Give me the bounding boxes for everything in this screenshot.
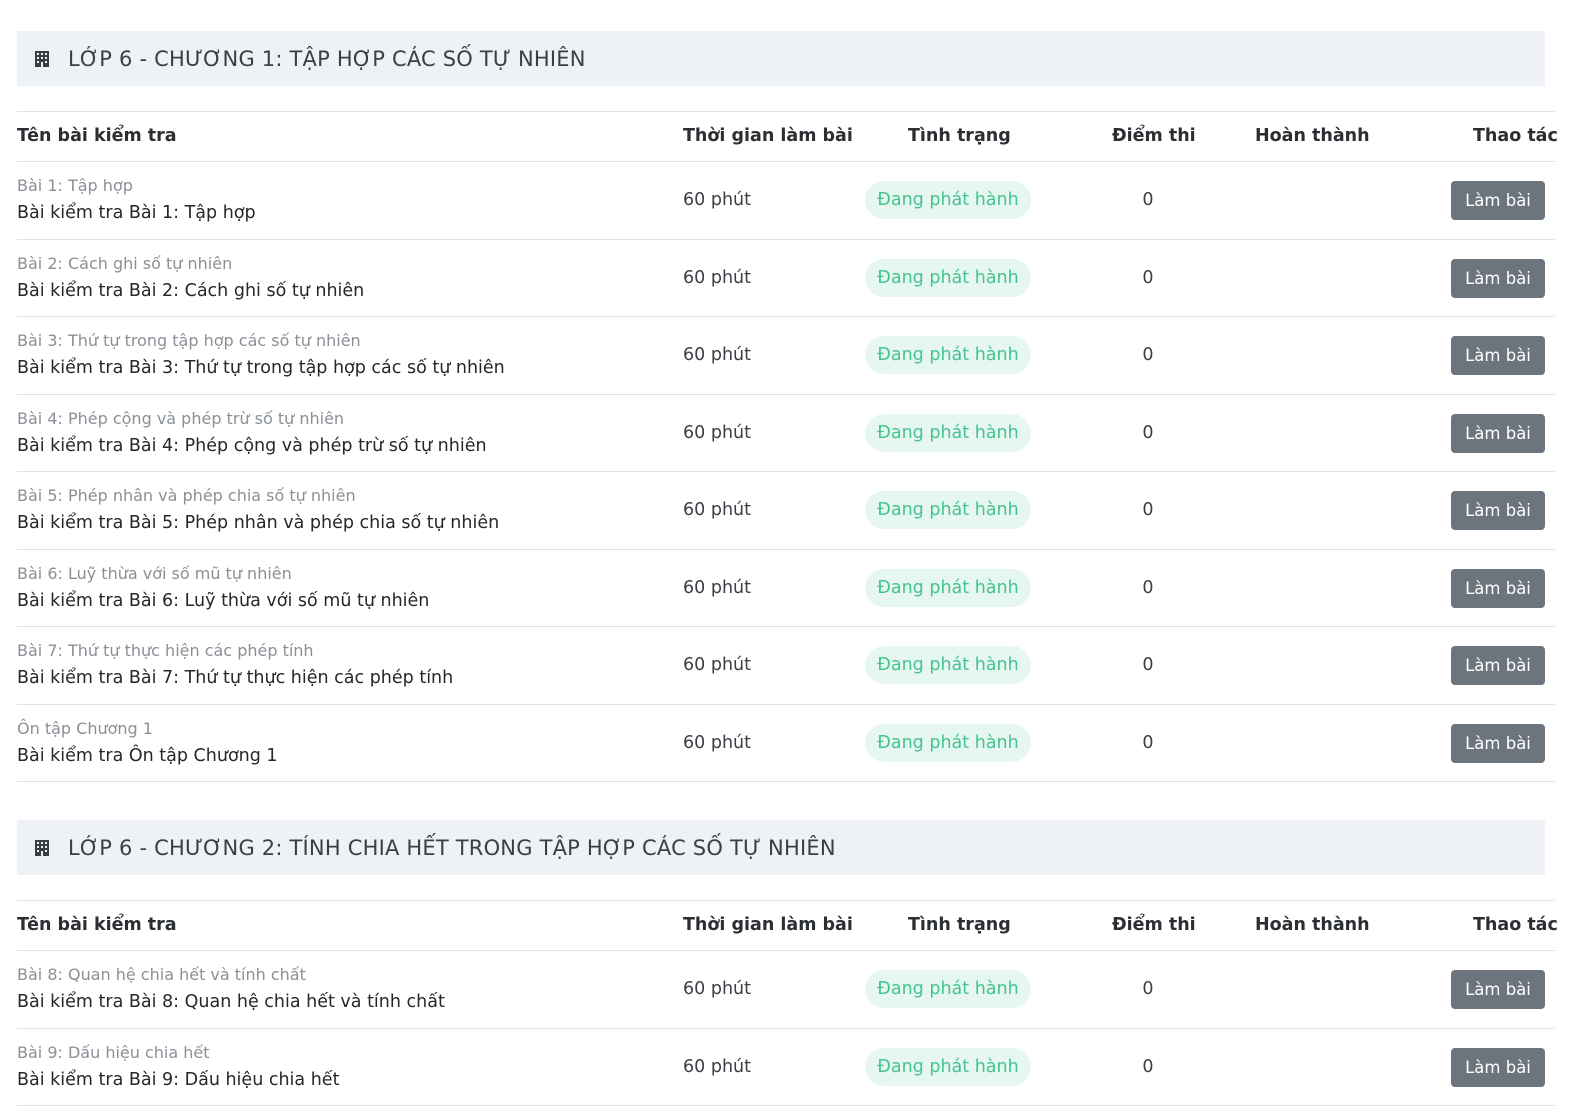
test-score: 0 bbox=[1142, 732, 1154, 753]
table-row: Bài 7: Thứ tự thực hiện các phép tính Bà… bbox=[17, 627, 1555, 705]
header-action: Thao tác bbox=[1473, 915, 1558, 935]
header-name: Tên bài kiểm tra bbox=[17, 915, 177, 935]
lesson-name: Bài 2: Cách ghi số tự nhiên bbox=[17, 253, 233, 273]
status-badge: Đang phát hành bbox=[865, 1047, 1031, 1086]
lesson-name: Bài 8: Quan hệ chia hết và tính chất bbox=[17, 965, 306, 984]
status-badge: Đang phát hành bbox=[865, 258, 1031, 297]
test-title: Bài kiểm tra Bài 9: Dấu hiệu chia hết bbox=[17, 1069, 340, 1090]
test-duration: 60 phút bbox=[683, 655, 751, 675]
chapter-section: LỚP 6 - CHƯƠNG 1: TẬP HỢP CÁC SỐ TỰ NHIÊ… bbox=[17, 31, 1558, 782]
table-row: Bài 2: Cách ghi số tự nhiên Bài kiểm tra… bbox=[17, 240, 1555, 317]
header-score: Điểm thi bbox=[1112, 915, 1196, 935]
test-score: 0 bbox=[1142, 655, 1154, 675]
table-row: Ôn tập Chương 1 Bài kiểm tra Ôn tập Chươ… bbox=[17, 705, 1555, 782]
status-badge: Đang phát hành bbox=[865, 723, 1031, 762]
header-status: Tình trạng bbox=[908, 915, 1011, 935]
start-test-button[interactable]: Làm bài bbox=[1451, 258, 1545, 298]
test-duration: 60 phút bbox=[683, 422, 751, 443]
start-test-button[interactable]: Làm bài bbox=[1451, 1047, 1545, 1087]
lesson-name: Ôn tập Chương 1 bbox=[17, 718, 153, 738]
test-title: Bài kiểm tra Bài 8: Quan hệ chia hết và … bbox=[17, 992, 445, 1012]
test-title: Bài kiểm tra Bài 3: Thứ tự trong tập hợp… bbox=[17, 358, 505, 378]
start-test-button[interactable]: Làm bài bbox=[1451, 336, 1545, 375]
test-title: Bài kiểm tra Bài 1: Tập hợp bbox=[17, 203, 256, 223]
test-title: Bài kiểm tra Bài 7: Thứ tự thực hiện các… bbox=[17, 668, 454, 688]
header-time: Thời gian làm bài bbox=[683, 126, 853, 146]
test-score: 0 bbox=[1142, 979, 1154, 999]
test-duration: 60 phút bbox=[683, 732, 751, 753]
status-badge: Đang phát hành bbox=[865, 646, 1031, 684]
chapter-section: LỚP 6 - CHƯƠNG 2: TÍNH CHIA HẾT TRONG TẬ… bbox=[17, 820, 1558, 1106]
test-duration: 60 phút bbox=[683, 267, 751, 288]
header-completed: Hoàn thành bbox=[1255, 126, 1370, 146]
lesson-name: Bài 4: Phép cộng và phép trừ số tự nhiên bbox=[17, 408, 345, 428]
chapter-header: LỚP 6 - CHƯƠNG 2: TÍNH CHIA HẾT TRONG TẬ… bbox=[17, 820, 1545, 875]
test-duration: 60 phút bbox=[683, 979, 751, 999]
test-duration: 60 phút bbox=[683, 345, 751, 365]
header-name: Tên bài kiểm tra bbox=[17, 126, 177, 146]
chapter-title: LỚP 6 - CHƯƠNG 2: TÍNH CHIA HẾT TRONG TẬ… bbox=[68, 835, 836, 860]
table-row: Bài 1: Tập hợp Bài kiểm tra Bài 1: Tập h… bbox=[17, 162, 1555, 240]
test-duration: 60 phút bbox=[683, 190, 751, 210]
test-list-page: LỚP 6 - CHƯƠNG 1: TẬP HỢP CÁC SỐ TỰ NHIÊ… bbox=[0, 0, 1573, 1106]
header-action: Thao tác bbox=[1473, 126, 1558, 146]
table-header: Tên bài kiểm tra Thời gian làm bài Tình … bbox=[17, 901, 1558, 951]
test-table: Tên bài kiểm tra Thời gian làm bài Tình … bbox=[17, 111, 1558, 782]
header-status: Tình trạng bbox=[908, 126, 1011, 146]
test-duration: 60 phút bbox=[683, 577, 751, 598]
header-time: Thời gian làm bài bbox=[683, 915, 853, 935]
test-title: Bài kiểm tra Bài 5: Phép nhân và phép ch… bbox=[17, 513, 500, 533]
test-title: Bài kiểm tra Bài 4: Phép cộng và phép tr… bbox=[17, 435, 487, 456]
status-badge: Đang phát hành bbox=[865, 336, 1031, 374]
test-score: 0 bbox=[1142, 422, 1154, 443]
start-test-button[interactable]: Làm bài bbox=[1451, 181, 1545, 220]
table-header: Tên bài kiểm tra Thời gian làm bài Tình … bbox=[17, 112, 1558, 162]
lesson-name: Bài 1: Tập hợp bbox=[17, 176, 133, 195]
test-title: Bài kiểm tra Ôn tập Chương 1 bbox=[17, 745, 278, 766]
lesson-name: Bài 3: Thứ tự trong tập hợp các số tự nh… bbox=[17, 331, 361, 350]
test-table: Tên bài kiểm tra Thời gian làm bài Tình … bbox=[17, 900, 1558, 1106]
status-badge: Đang phát hành bbox=[865, 970, 1031, 1008]
test-score: 0 bbox=[1142, 190, 1154, 210]
header-completed: Hoàn thành bbox=[1255, 915, 1370, 935]
test-title: Bài kiểm tra Bài 2: Cách ghi số tự nhiên bbox=[17, 280, 365, 301]
lesson-name: Bài 5: Phép nhân và phép chia số tự nhiê… bbox=[17, 486, 356, 505]
test-score: 0 bbox=[1142, 577, 1154, 598]
lesson-name: Bài 6: Luỹ thừa với số mũ tự nhiên bbox=[17, 563, 292, 583]
test-title: Bài kiểm tra Bài 6: Luỹ thừa với số mũ t… bbox=[17, 590, 430, 611]
test-score: 0 bbox=[1142, 1056, 1154, 1077]
start-test-button[interactable]: Làm bài bbox=[1451, 646, 1545, 685]
chapter-title: LỚP 6 - CHƯƠNG 1: TẬP HỢP CÁC SỐ TỰ NHIÊ… bbox=[68, 46, 586, 71]
start-test-button[interactable]: Làm bài bbox=[1451, 413, 1545, 453]
test-score: 0 bbox=[1142, 345, 1154, 365]
building-icon bbox=[35, 839, 49, 856]
test-score: 0 bbox=[1142, 267, 1154, 288]
header-score: Điểm thi bbox=[1112, 126, 1196, 146]
table-row: Bài 6: Luỹ thừa với số mũ tự nhiên Bài k… bbox=[17, 550, 1555, 627]
status-badge: Đang phát hành bbox=[865, 568, 1031, 607]
table-row: Bài 8: Quan hệ chia hết và tính chất Bài… bbox=[17, 951, 1555, 1029]
test-score: 0 bbox=[1142, 500, 1154, 520]
lesson-name: Bài 9: Dấu hiệu chia hết bbox=[17, 1042, 210, 1062]
status-badge: Đang phát hành bbox=[865, 491, 1031, 529]
test-duration: 60 phút bbox=[683, 500, 751, 520]
test-duration: 60 phút bbox=[683, 1056, 751, 1077]
start-test-button[interactable]: Làm bài bbox=[1451, 970, 1545, 1009]
table-row: Bài 9: Dấu hiệu chia hết Bài kiểm tra Bà… bbox=[17, 1029, 1555, 1106]
start-test-button[interactable]: Làm bài bbox=[1451, 491, 1545, 530]
status-badge: Đang phát hành bbox=[865, 413, 1031, 452]
status-badge: Đang phát hành bbox=[865, 181, 1031, 219]
table-row: Bài 3: Thứ tự trong tập hợp các số tự nh… bbox=[17, 317, 1555, 395]
chapter-header: LỚP 6 - CHƯƠNG 1: TẬP HỢP CÁC SỐ TỰ NHIÊ… bbox=[17, 31, 1545, 86]
start-test-button[interactable]: Làm bài bbox=[1451, 568, 1545, 608]
building-icon bbox=[35, 50, 49, 67]
table-row: Bài 4: Phép cộng và phép trừ số tự nhiên… bbox=[17, 395, 1555, 472]
lesson-name: Bài 7: Thứ tự thực hiện các phép tính bbox=[17, 641, 314, 660]
table-row: Bài 5: Phép nhân và phép chia số tự nhiê… bbox=[17, 472, 1555, 550]
start-test-button[interactable]: Làm bài bbox=[1451, 723, 1545, 763]
